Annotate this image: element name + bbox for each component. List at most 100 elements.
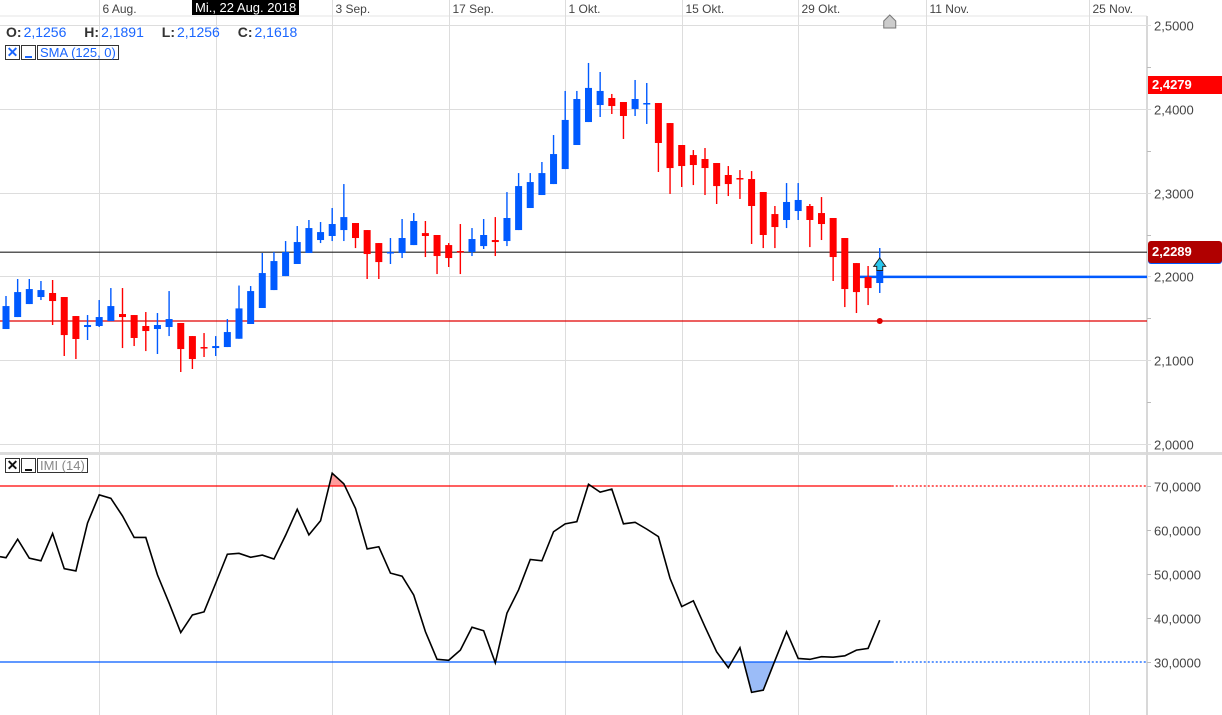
candle-body <box>794 199 802 212</box>
price-tick-label: 2,0000 <box>1154 438 1194 453</box>
candle <box>713 163 721 204</box>
candle <box>538 162 546 196</box>
candle-body <box>305 228 313 254</box>
candle-body <box>876 271 884 284</box>
price-tag-high: 2,4279 <box>1148 76 1222 95</box>
indicator-imi-label[interactable]: IMI (14) <box>37 458 88 473</box>
candle <box>526 173 534 209</box>
date-tick-label: 1 Okt. <box>569 2 601 16</box>
candle-body <box>736 178 744 180</box>
candle <box>2 296 10 330</box>
candle <box>608 93 616 114</box>
open-value: 2,1256 <box>23 24 67 40</box>
candle-body <box>212 346 220 349</box>
date-tick-label: 25 Nov. <box>1093 2 1133 16</box>
candle-body <box>515 186 523 231</box>
candle-body <box>282 252 290 277</box>
candle <box>363 230 371 279</box>
buy-arrow-icon <box>872 257 887 272</box>
indicator-imi: ✕ IMI (14) <box>5 458 89 473</box>
candle <box>165 291 173 337</box>
close-x-icon[interactable]: ✕ <box>5 45 20 60</box>
candle <box>119 288 126 349</box>
low-value: 2,1256 <box>177 24 220 40</box>
candle-body <box>689 155 697 166</box>
candle-body <box>561 119 569 170</box>
candle-body <box>433 235 441 257</box>
imi-tick-label: 70,0000 <box>1154 480 1201 495</box>
candle-body <box>317 232 325 241</box>
candle-body <box>678 145 686 167</box>
candle <box>841 238 849 308</box>
candle-body <box>538 173 546 196</box>
candle-body <box>200 347 208 349</box>
candle <box>142 312 150 352</box>
candle-body <box>270 261 278 291</box>
candle-body <box>340 217 348 231</box>
panel-separator <box>0 452 1222 455</box>
imi-tick-label: 50,0000 <box>1154 568 1201 583</box>
candle-body <box>666 123 674 169</box>
candle <box>550 135 558 185</box>
candle-body <box>421 233 429 237</box>
candle-body <box>375 243 383 263</box>
candle <box>631 79 639 117</box>
candle-body <box>841 238 849 290</box>
candle <box>212 336 220 357</box>
candle <box>270 252 278 291</box>
candle <box>95 300 103 328</box>
candle <box>852 263 860 314</box>
candle <box>84 315 92 341</box>
imi-tick-label: 30,0000 <box>1154 656 1201 671</box>
candle-body <box>759 192 767 236</box>
stop-marker-dot <box>876 317 883 324</box>
close-x-icon[interactable]: ✕ <box>5 458 20 473</box>
indicator-sma: ✕ SMA (125, 0) <box>5 45 120 60</box>
candle <box>328 208 336 242</box>
candle <box>200 333 208 358</box>
candle-body <box>223 332 231 348</box>
imi-line <box>0 471 881 694</box>
candle-body <box>829 217 837 258</box>
date-tick-label: 6 Aug. <box>103 2 137 16</box>
candle-body <box>480 235 488 247</box>
candle-body <box>654 103 662 143</box>
candle <box>829 217 837 282</box>
candle <box>806 203 814 248</box>
candle <box>748 171 756 244</box>
candle-body <box>550 154 558 185</box>
candle <box>724 166 732 197</box>
indicator-sma-label[interactable]: SMA (125, 0) <box>37 45 119 60</box>
minimize-icon[interactable] <box>21 458 36 473</box>
candle <box>818 197 825 241</box>
candle-body <box>748 179 756 207</box>
candle-body <box>14 292 22 318</box>
high-label: H: <box>84 24 100 40</box>
candle <box>258 253 266 308</box>
candle-body <box>235 308 243 339</box>
candle <box>503 192 511 247</box>
candle-body <box>783 201 791 221</box>
candle <box>293 226 301 264</box>
candle <box>783 183 791 229</box>
candle <box>14 278 22 318</box>
candle <box>130 315 138 347</box>
price-tick-label: 2,1000 <box>1154 354 1194 369</box>
candle <box>689 150 697 186</box>
candle-body <box>713 163 721 187</box>
candle <box>60 297 68 357</box>
close-value: 2,1618 <box>254 24 298 40</box>
candle <box>468 228 476 257</box>
candle-body <box>2 306 10 330</box>
price-tag-last: 2,2289 <box>1148 241 1222 264</box>
candle-body <box>619 102 627 117</box>
candle-body <box>95 317 103 327</box>
candle <box>72 316 80 360</box>
candle <box>585 62 592 123</box>
imi-tick-label: 40,0000 <box>1154 612 1201 627</box>
candle <box>410 213 418 246</box>
chart-canvas[interactable]: 6 Aug. 3 Sep. 17 Sep. 1 Okt. 15 Okt. 29 Okt. 1… <box>0 0 1222 715</box>
candle-body <box>643 103 651 105</box>
price-tick-label: 2,2000 <box>1154 270 1194 285</box>
minimize-icon[interactable] <box>21 45 36 60</box>
